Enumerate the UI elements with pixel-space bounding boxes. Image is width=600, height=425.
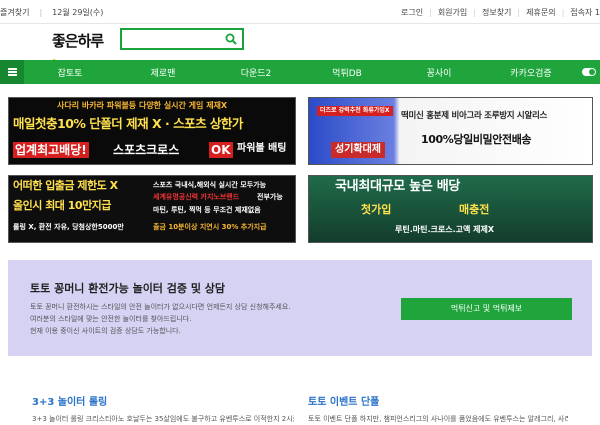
search-input[interactable] xyxy=(122,34,222,52)
partnership-link[interactable]: 제휴문의 xyxy=(526,8,555,17)
logo-text: 좋은하루 xyxy=(52,32,104,50)
banner-text: 파워볼 배팅 xyxy=(237,143,287,154)
visitor-count-link[interactable]: 접속자 1 xyxy=(570,8,600,17)
section-text: 3+3 놀이터 롤링 크리스티아노 호날두는 35살임에도 불구하고 유벤투스로… xyxy=(32,415,294,423)
report-scam-button[interactable]: 먹튀신고 및 먹튀제보 xyxy=(401,298,572,320)
topbar-left: 즐겨찾기 | 12월 29일(수) xyxy=(0,7,113,18)
banner-odds-promo[interactable]: 국내최대규모 높은 배당 첫가입 매충전 루틴.마틴.크로스.고액 제제X xyxy=(308,175,593,243)
banner-text: 스포츠 국내식,해외식 실시간 모두가능 xyxy=(153,181,267,189)
nav-item-jabtoto[interactable]: 잡토토 xyxy=(58,66,83,79)
banner-text: 매일첫충10% 단폴더 제재 X · 스포츠 상한가 xyxy=(13,116,243,131)
banner-text: OK xyxy=(209,142,233,158)
hamburger-menu-icon[interactable] xyxy=(0,60,24,84)
banner-text: 스포츠크로스 xyxy=(113,143,180,157)
banner-casino-promo[interactable]: 사다리 바카라 파워볼등 다양한 실시간 게임 제재X 매일첫충10% 단폴더 … xyxy=(8,97,296,165)
toggle-knob xyxy=(589,69,595,75)
banner-text: 어떠한 입출금 제한도 X xyxy=(13,179,118,192)
favorites-link[interactable]: 즐겨찾기 xyxy=(0,7,29,18)
banner-text: 떡미신 홍분제 비아그라 조루방지 시알리스 xyxy=(401,111,547,121)
consult-line: 여러분의 스타일에 맞는 안전한 놀이터를 찾아드립니다. xyxy=(30,315,192,323)
consult-line: 현재 이용 중이신 사이트의 검증 상담도 가능합니다. xyxy=(30,327,181,335)
current-date: 12월 29일(수) xyxy=(52,8,104,17)
consult-line: 토토 꽁머니 환전하시는 스타일의 안전 놀이터가 없으시다면 언제든지 상담 … xyxy=(30,303,291,311)
banner-text: 롤링 X, 환전 자유, 당첨상한5000만 xyxy=(13,223,124,231)
site-header: 좋은하루 xyxy=(0,24,600,65)
banner-text: 루틴.마틴.크로스.고액 제제X xyxy=(395,225,495,234)
menu-line xyxy=(8,68,17,70)
top-utility-bar: 즐겨찾기 | 12월 29일(수) 로그인 | 회원가입 | 정보찾기 | 제휴문의 | 접속자 1 xyxy=(0,0,600,24)
nav-item-zeroman[interactable]: 제로맨 xyxy=(151,66,176,79)
search-box xyxy=(120,28,244,52)
banner-text: 올인시 최대 10만지급 xyxy=(13,199,111,212)
topbar-divider: | xyxy=(39,8,43,17)
topbar-divider: | xyxy=(561,8,565,17)
menu-line xyxy=(8,71,17,73)
nav-item-muktudb[interactable]: 먹튀DB xyxy=(332,66,362,79)
banner-text: 100%당일비밀안전배송 xyxy=(421,133,532,146)
login-link[interactable]: 로그인 xyxy=(401,8,423,17)
banner-text: 국내최대규모 높은 배당 xyxy=(335,179,461,194)
banner-health-promo[interactable]: 더즈로 강력추천 화류가입X 떡미신 홍분제 비아그라 조루방지 시알리스 성기… xyxy=(308,97,593,165)
banner-text: 세계유명공신력 카지노브랜드 xyxy=(153,193,240,201)
topbar-divider: | xyxy=(429,8,432,17)
topbar-divider: | xyxy=(517,8,521,17)
nav-item-download2[interactable]: 다운드2 xyxy=(241,66,272,79)
signup-link[interactable]: 회원가입 xyxy=(438,8,467,17)
topbar-right: 로그인 | 회원가입 | 정보찾기 | 제휴문의 | 접속자 1 xyxy=(395,7,600,18)
find-info-link[interactable]: 정보찾기 xyxy=(482,8,511,17)
verification-consult-panel: 토토 꽁머니 환전가능 놀이터 검증 및 상담 토토 꽁머니 환전하시는 스타일… xyxy=(8,260,592,356)
banner-text: 업계최고배당! xyxy=(13,142,89,158)
main-nav: 잡토토 제로맨 다운드2 먹튀DB 꽁사이 카카오검증 xyxy=(0,60,600,84)
banner-text: 전부가능 xyxy=(257,193,283,201)
section-title[interactable]: 토토 이벤트 단폴 xyxy=(308,393,379,408)
nav-item-kkongsai[interactable]: 꽁사이 xyxy=(427,66,452,79)
search-icon[interactable] xyxy=(225,33,237,45)
consult-title: 토토 꽁머니 환전가능 놀이터 검증 및 상담 xyxy=(30,282,226,295)
banner-text: 성기확대제 xyxy=(331,142,385,158)
section-text: 토토 이벤트 단폴 하지만, 챔피언스리그의 사나이를 품었음에도 유벤투스는 … xyxy=(308,415,568,423)
banner-sports-promo[interactable]: 어떠한 입출금 제한도 X 스포츠 국내식,해외식 실시간 모두가능 세계유명공… xyxy=(8,175,296,243)
banner-text: 마틴, 루틴, 찍먹 등 무조건 제재없음 xyxy=(153,206,261,214)
banner-text: 더즈로 강력추천 화류가입X xyxy=(317,106,393,116)
topbar-divider: | xyxy=(473,8,476,17)
menu-line xyxy=(8,74,17,76)
banner-text: 매충전 xyxy=(459,203,490,216)
banner-text: 출금 10분이상 지연시 30% 추가지급 xyxy=(153,223,267,231)
section-title[interactable]: 3+3 놀이터 롤링 xyxy=(32,393,107,408)
site-logo[interactable]: 좋은하루 xyxy=(52,30,108,65)
theme-toggle[interactable] xyxy=(582,68,596,76)
nav-item-kakao-verify[interactable]: 카카오검증 xyxy=(510,66,551,79)
banner-text: 첫가입 xyxy=(361,203,392,216)
banner-text: 사다리 바카라 파워볼등 다양한 실시간 게임 제재X xyxy=(57,101,228,110)
